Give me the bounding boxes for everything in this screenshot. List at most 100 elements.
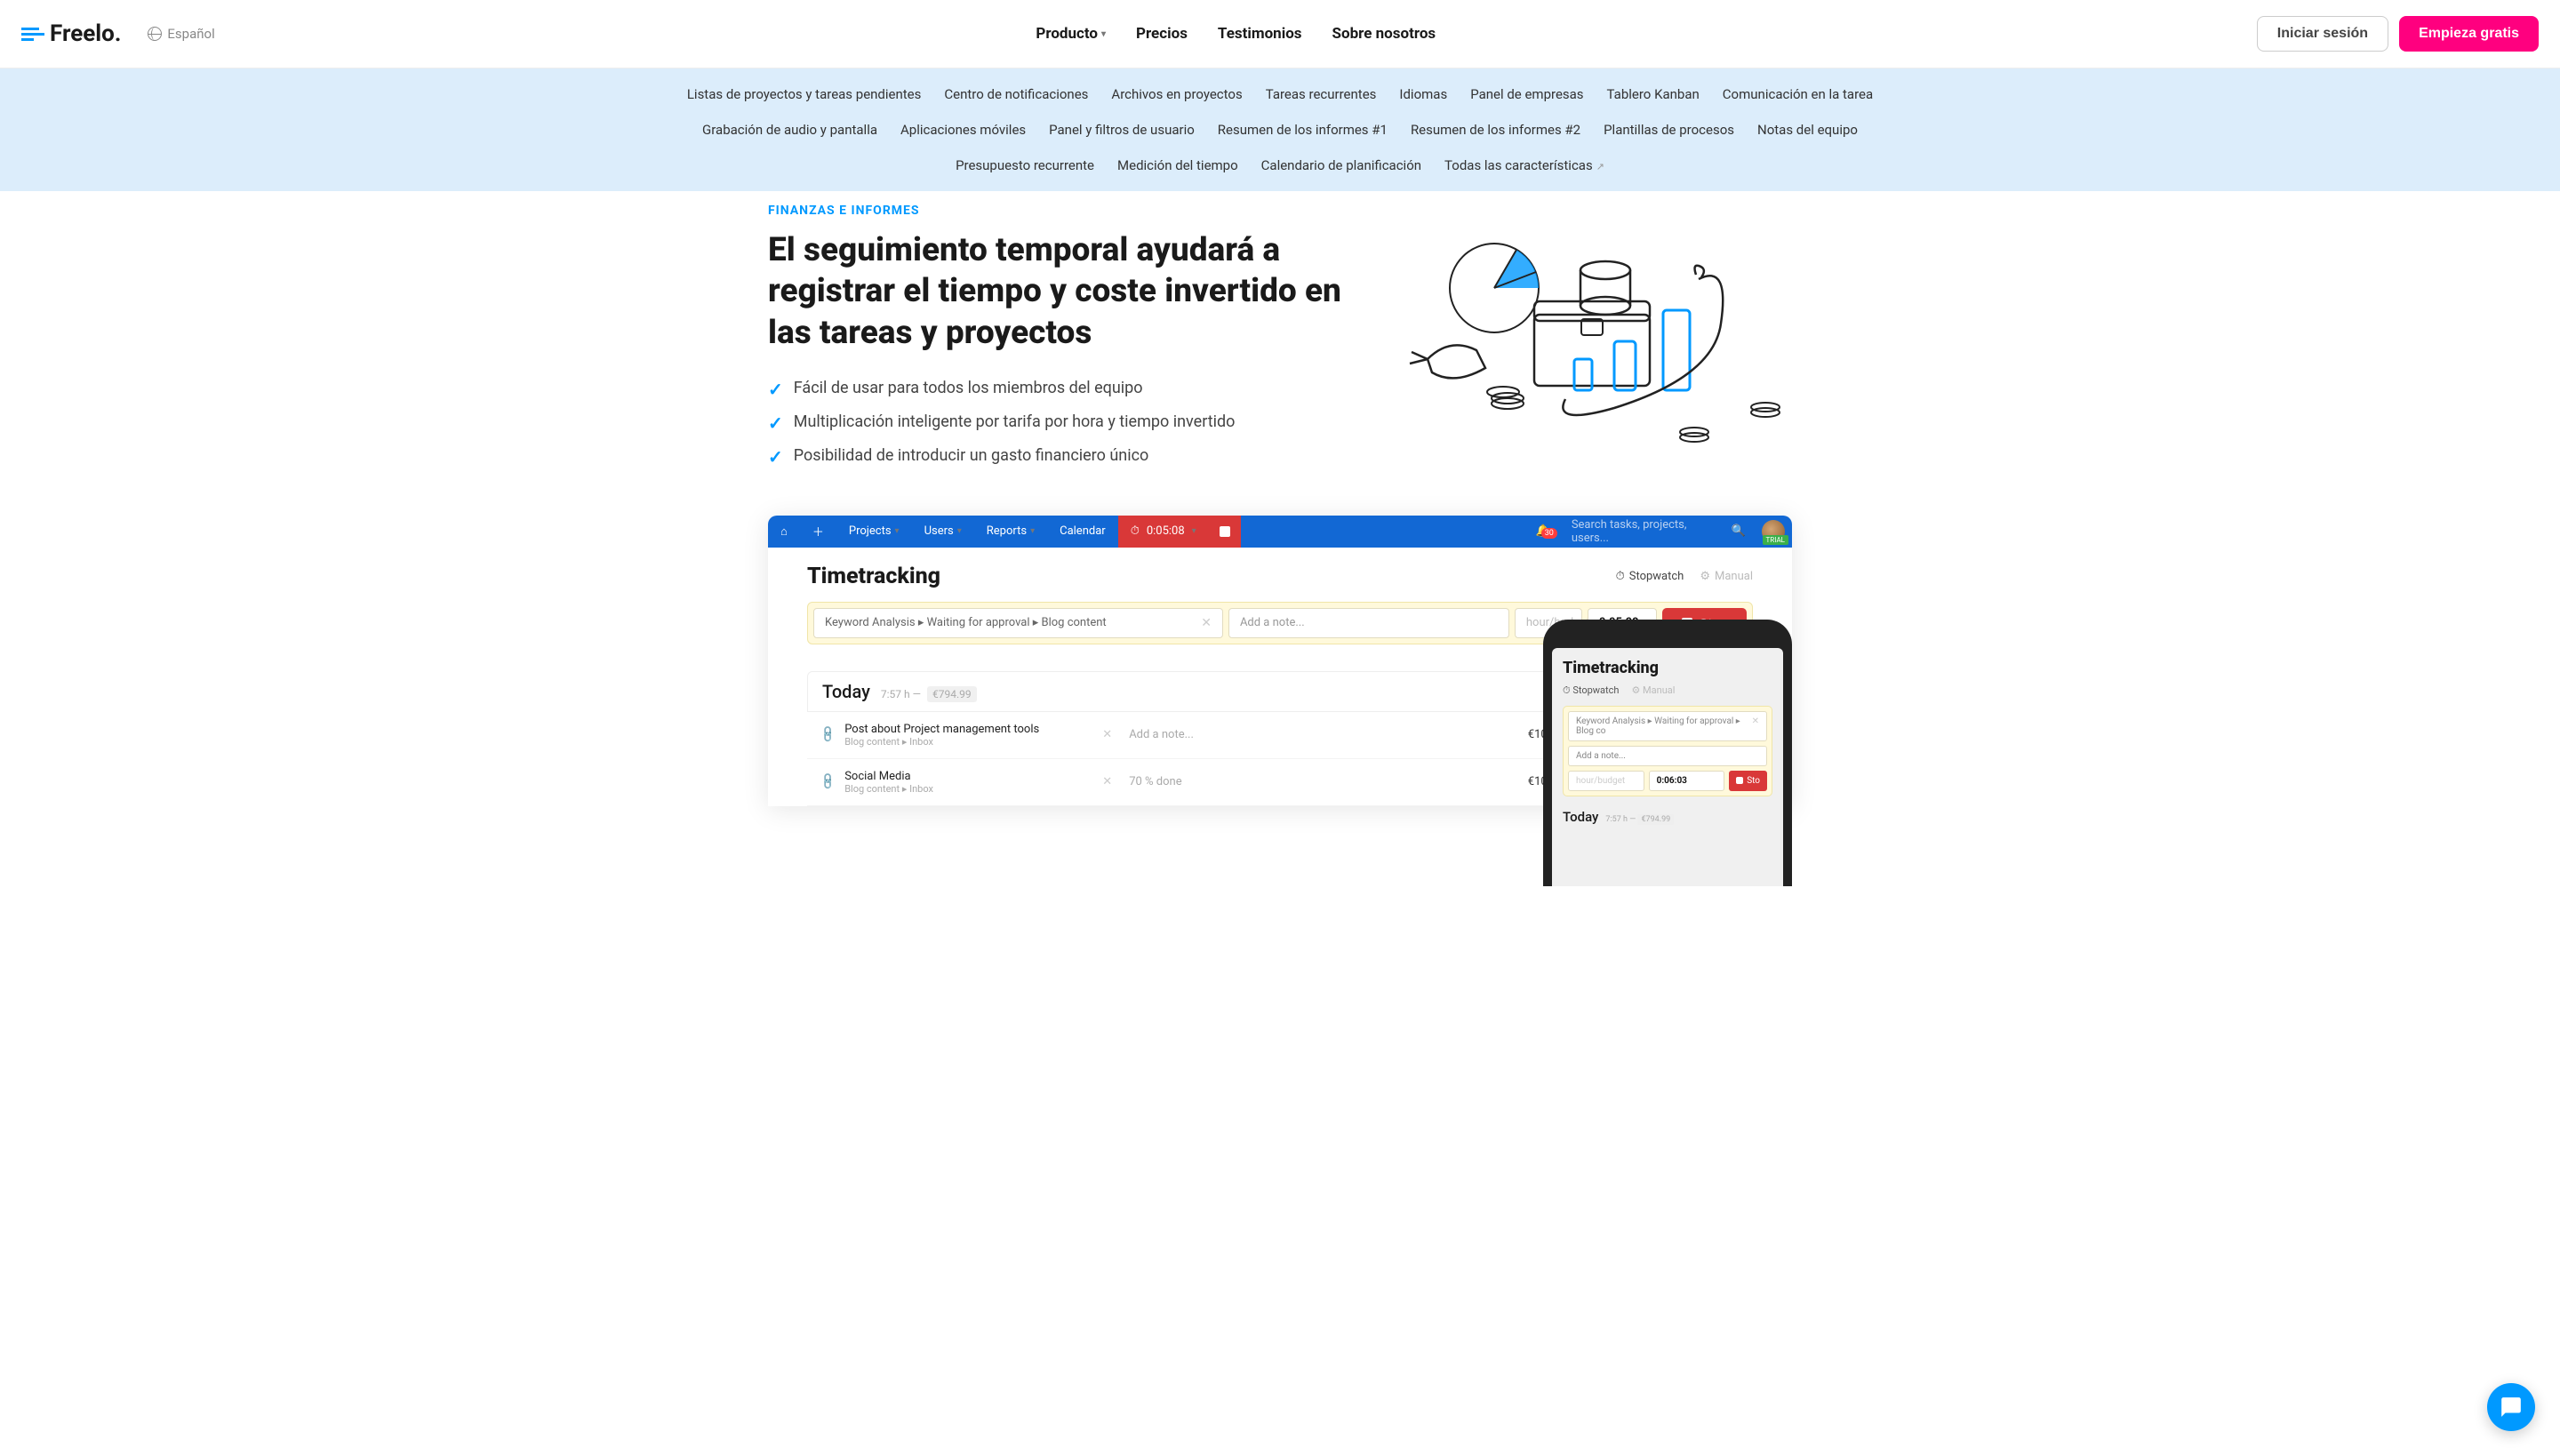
menu-users[interactable]: Users ▾: [912, 516, 974, 548]
topbar-stop-button[interactable]: [1209, 516, 1241, 548]
hero: FINANZAS E INFORMES El seguimiento tempo…: [747, 204, 1813, 480]
hero-bullet: ✓Posibilidad de introducir un gasto fina…: [768, 446, 1365, 468]
entry-note[interactable]: 70 % done: [1129, 775, 1483, 788]
mode-stopwatch[interactable]: ⏱Stopwatch: [1616, 570, 1684, 583]
entry-note[interactable]: Add a note...: [1129, 728, 1483, 741]
subnav-item[interactable]: Resumen de los informes #1: [1218, 116, 1388, 143]
language-label: Español: [167, 26, 214, 42]
notification-badge: 30: [1541, 528, 1557, 539]
check-icon: ✓: [768, 412, 783, 434]
chevron-down-icon: ▾: [895, 526, 900, 536]
login-button[interactable]: Iniciar sesión: [2257, 16, 2388, 52]
mobile-time-display: 0:06:03: [1649, 771, 1725, 791]
chevron-down-icon: ▾: [957, 526, 962, 536]
link-icon[interactable]: 🔗: [819, 772, 838, 792]
menu-reports[interactable]: Reports ▾: [974, 516, 1047, 548]
hero-bullets: ✓Fácil de usar para todos los miembros d…: [768, 379, 1365, 468]
app-preview: ⌂ ＋ Projects ▾ Users ▾ Reports ▾ Calenda…: [747, 516, 1813, 806]
subnav-item[interactable]: Resumen de los informes #2: [1411, 116, 1580, 143]
chevron-down-icon: ▾: [1101, 29, 1106, 39]
subnav-item[interactable]: Plantillas de procesos: [1604, 116, 1734, 143]
stopwatch-icon: ⏱: [1616, 570, 1625, 583]
subnav-item[interactable]: Todas las características↗: [1444, 152, 1604, 179]
features-subnav: Listas de proyectos y tareas pendientes C…: [0, 68, 2560, 191]
tracker-note-input[interactable]: Add a note...: [1228, 608, 1509, 638]
top-nav: Freelo. Español Producto▾ Precios Testim…: [0, 0, 2560, 68]
logo[interactable]: Freelo.: [21, 20, 121, 47]
notifications-button[interactable]: 🔔 30: [1524, 524, 1563, 538]
subnav-item[interactable]: Comunicación en la tarea: [1723, 81, 1873, 108]
globe-icon: [148, 27, 162, 41]
entry-title[interactable]: Post about Project management tools: [844, 723, 1093, 736]
subnav-item[interactable]: Idiomas: [1399, 81, 1447, 108]
chevron-down-icon: ▾: [1030, 526, 1035, 536]
chat-icon: [2500, 1396, 2523, 1419]
add-icon[interactable]: ＋: [800, 516, 836, 548]
mobile-task-input[interactable]: Keyword Analysis ▸ Waiting for approval …: [1568, 711, 1767, 741]
subnav-item[interactable]: Panel y filtros de usuario: [1049, 116, 1195, 143]
subnav-item[interactable]: Medición del tiempo: [1117, 152, 1238, 179]
day-label: Today: [822, 681, 870, 702]
clear-icon[interactable]: ✕: [1752, 716, 1759, 736]
subnav-item[interactable]: Archivos en proyectos: [1111, 81, 1242, 108]
signup-button[interactable]: Empieza gratis: [2399, 16, 2539, 52]
gear-icon: ⚙: [1700, 570, 1710, 583]
entry-title[interactable]: Social Media: [844, 770, 1093, 783]
language-selector[interactable]: Español: [148, 26, 214, 42]
mobile-mode-stopwatch[interactable]: ⏱ Stopwatch: [1563, 684, 1619, 697]
nav-testimonials[interactable]: Testimonios: [1218, 25, 1302, 43]
menu-projects[interactable]: Projects ▾: [836, 516, 912, 548]
trial-badge: TRIAL: [1763, 535, 1788, 545]
mobile-day-header: Today 7:57 h — €794.99: [1563, 809, 1772, 825]
nav-about[interactable]: Sobre nosotros: [1332, 25, 1436, 43]
mobile-stop-button[interactable]: Sto: [1729, 771, 1767, 791]
eyebrow: FINANZAS E INFORMES: [768, 204, 1365, 218]
mobile-mockup: Timetracking ⏱ Stopwatch ⚙ Manual Keywor…: [1543, 620, 1792, 886]
chat-button[interactable]: [2487, 1383, 2535, 1431]
subnav-item[interactable]: Grabación de audio y pantalla: [702, 116, 877, 143]
delete-icon[interactable]: ✕: [1102, 775, 1120, 788]
home-icon[interactable]: ⌂: [768, 516, 800, 548]
subnav-item[interactable]: Tablero Kanban: [1607, 81, 1700, 108]
entry-breadcrumb: Blog content ▸ Inbox: [844, 783, 1093, 795]
subnav-item[interactable]: Presupuesto recurrente: [956, 152, 1094, 179]
check-icon: ✓: [768, 379, 783, 400]
mobile-title: Timetracking: [1563, 659, 1772, 677]
external-link-icon: ↗: [1596, 161, 1604, 172]
app-page-title: Timetracking: [807, 564, 940, 589]
delete-icon[interactable]: ✕: [1102, 728, 1120, 741]
subnav-item[interactable]: Panel de empresas: [1470, 81, 1583, 108]
chevron-down-icon: ▾: [1192, 526, 1196, 536]
search-input[interactable]: Search tasks, projects, users...: [1563, 518, 1723, 545]
stop-icon: [1220, 526, 1230, 537]
treasure-illustration-icon: [1401, 226, 1792, 457]
hero-bullet: ✓Fácil de usar para todos los miembros d…: [768, 379, 1365, 400]
nav-product[interactable]: Producto▾: [1036, 25, 1106, 43]
hero-illustration: [1401, 204, 1792, 480]
mobile-rate-input[interactable]: hour/budget: [1568, 771, 1644, 791]
mobile-mode-manual[interactable]: ⚙ Manual: [1631, 684, 1675, 697]
subnav-item[interactable]: Centro de notificaciones: [944, 81, 1088, 108]
subnav-item[interactable]: Aplicaciones móviles: [900, 116, 1026, 143]
search-icon[interactable]: 🔍: [1723, 524, 1755, 538]
day-amount: €794.99: [927, 686, 977, 702]
tracker-task-input[interactable]: Keyword Analysis ▸ Waiting for approval …: [813, 608, 1223, 638]
subnav-item[interactable]: Tareas recurrentes: [1266, 81, 1377, 108]
menu-calendar[interactable]: Calendar: [1047, 516, 1118, 548]
subnav-item[interactable]: Notas del equipo: [1757, 116, 1858, 143]
topbar-timer[interactable]: ⏱ 0:05:08 ▾: [1118, 516, 1209, 548]
nav-pricing[interactable]: Precios: [1136, 25, 1188, 43]
stopwatch-icon: ⏱: [1131, 524, 1140, 538]
link-icon[interactable]: 🔗: [819, 725, 838, 745]
clear-icon[interactable]: ✕: [1201, 616, 1212, 630]
entry-breadcrumb: Blog content ▸ Inbox: [844, 736, 1093, 748]
subnav-item[interactable]: Listas de proyectos y tareas pendientes: [687, 81, 922, 108]
logo-text: Freelo: [50, 20, 115, 47]
logo-icon: [21, 28, 44, 41]
subnav-item[interactable]: Calendario de planificación: [1261, 152, 1421, 179]
main-nav: Producto▾ Precios Testimonios Sobre noso…: [1036, 25, 1436, 43]
mode-manual[interactable]: ⚙Manual: [1700, 570, 1753, 583]
stop-icon: [1736, 777, 1743, 784]
mobile-note-input[interactable]: Add a note...: [1568, 746, 1767, 766]
hero-bullet: ✓Multiplicación inteligente por tarifa p…: [768, 412, 1365, 434]
